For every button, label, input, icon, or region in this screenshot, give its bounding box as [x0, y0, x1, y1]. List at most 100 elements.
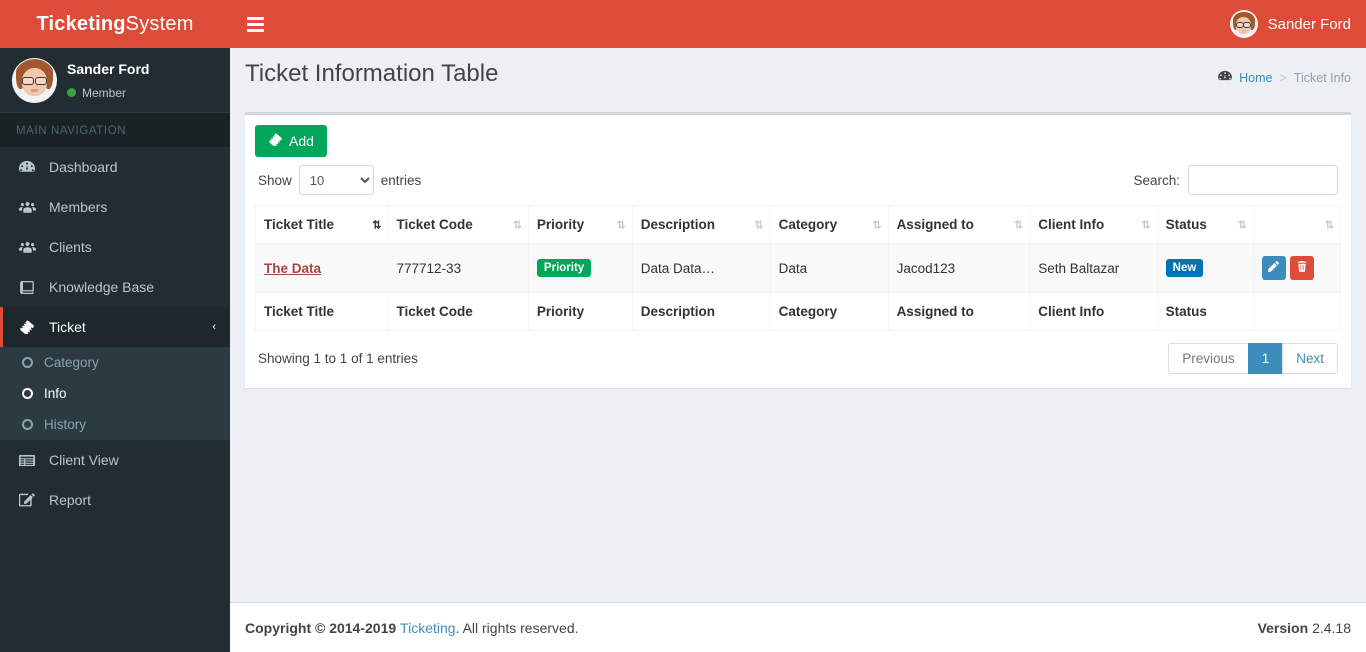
sidebar-item-clients[interactable]: Clients — [0, 227, 230, 267]
table-foot: Ticket Title Ticket Code Priority Descri… — [255, 291, 1342, 331]
column-header-actions[interactable]: ⇅ — [1252, 205, 1342, 245]
status-badge: New — [1165, 259, 1204, 277]
sort-icon: ⇅ — [1141, 219, 1150, 231]
sidebar-item-label: Members — [49, 199, 108, 215]
sidebar-toggle-button[interactable] — [230, 0, 280, 48]
pagination-previous[interactable]: Previous — [1168, 343, 1248, 374]
datatable-footer: Showing 1 to 1 of 1 entries Previous 1 N… — [255, 331, 1341, 376]
pagination-page-1[interactable]: 1 — [1247, 343, 1283, 374]
sidebar-user-panel[interactable]: Sander Ford Member — [0, 48, 230, 113]
footer-copyright-suffix: . All rights reserved. — [455, 619, 579, 636]
sidebar-item-client-view[interactable]: Client View — [0, 440, 230, 480]
ticket-title-link[interactable]: The Data — [264, 261, 321, 276]
sidebar-item-label: Ticket — [49, 319, 86, 335]
footer-ticket-code: Ticket Code — [387, 291, 529, 331]
pencil-icon — [1268, 261, 1280, 275]
sidebar-item-report[interactable]: Report — [0, 480, 230, 520]
column-label: Assigned to — [896, 217, 974, 232]
breadcrumb-separator: > — [1279, 70, 1287, 85]
sidebar-subitem-info[interactable]: Info — [0, 378, 230, 409]
search-control: Search: — [1133, 165, 1338, 195]
content-header: Ticket Information Table Home > Ticket I… — [230, 48, 1366, 100]
sidebar-nav-header: MAIN NAVIGATION — [0, 113, 230, 147]
edit-row-button[interactable] — [1261, 256, 1286, 280]
sort-icon: ⇅ — [616, 219, 626, 231]
delete-row-button[interactable] — [1289, 256, 1314, 280]
footer-brand-link[interactable]: Ticketing — [400, 620, 456, 636]
online-status-icon — [67, 88, 76, 98]
table-header-row: Ticket Title ⇅ Ticket Code ⇅ Priority ⇅ — [255, 205, 1342, 245]
users-icon — [17, 201, 37, 214]
sidebar-item-dashboard[interactable]: Dashboard — [0, 147, 230, 187]
column-header-client-info[interactable]: Client Info ⇅ — [1029, 205, 1158, 245]
sidebar-subitem-history[interactable]: History — [0, 409, 230, 440]
sidebar-user-status-label: Member — [82, 85, 127, 100]
column-header-ticket-title[interactable]: Ticket Title ⇅ — [255, 205, 389, 245]
column-header-description[interactable]: Description ⇅ — [631, 205, 771, 245]
breadcrumb: Home > Ticket Info — [1218, 60, 1351, 85]
top-navbar: Sander Ford — [230, 0, 1366, 48]
column-header-priority[interactable]: Priority ⇅ — [527, 205, 633, 245]
cell-category: Data — [769, 243, 889, 293]
sidebar-subitem-category[interactable]: Category — [0, 347, 230, 378]
sort-icon: ⇅ — [1324, 219, 1334, 231]
sort-icon: ⇅ — [1237, 219, 1247, 231]
breadcrumb-home-link[interactable]: Home — [1239, 71, 1272, 85]
column-label: Ticket Code — [396, 217, 473, 232]
sidebar-user-name: Sander Ford — [67, 61, 150, 78]
logo-bold-text: Ticketing — [36, 12, 126, 35]
sort-icon: ⇅ — [1013, 219, 1023, 231]
pagination-next[interactable]: Next — [1282, 343, 1338, 374]
table-row: The Data 777712-33 Priority Data Data… D… — [255, 243, 1342, 293]
search-input[interactable] — [1188, 165, 1338, 195]
circle-o-icon — [22, 357, 33, 368]
sidebar-ticket-submenu: Category Info History — [0, 347, 230, 440]
column-label: Description — [640, 217, 715, 232]
add-button-label: Add — [289, 133, 314, 149]
footer-priority: Priority — [527, 291, 633, 331]
sort-icon: ⇅ — [872, 219, 881, 231]
sidebar-item-label: Report — [49, 492, 92, 508]
cell-ticket-title: The Data — [255, 243, 389, 293]
cell-status: New — [1156, 243, 1254, 293]
sidebar-avatar — [12, 57, 57, 103]
cell-client-info: Seth Baltazar — [1029, 243, 1158, 293]
column-header-ticket-code[interactable]: Ticket Code ⇅ — [387, 205, 529, 245]
entries-per-page-select[interactable]: 10 25 50 100 — [298, 165, 374, 195]
ticket-icon — [17, 320, 37, 334]
chevron-left-icon: ‹ — [212, 321, 216, 333]
navbar-user-name: Sander Ford — [1267, 15, 1351, 33]
table-footer-row: Ticket Title Ticket Code Priority Descri… — [255, 291, 1342, 331]
app-root: Ticketing System Sander Ford Sander Ford — [0, 0, 1366, 652]
hamburger-icon — [246, 14, 264, 35]
sidebar-item-ticket[interactable]: Ticket ‹ — [0, 307, 230, 347]
logo-light-text: System — [125, 12, 194, 35]
sidebar-item-members[interactable]: Members — [0, 187, 230, 227]
column-header-status[interactable]: Status ⇅ — [1156, 205, 1254, 245]
column-header-assigned-to[interactable]: Assigned to ⇅ — [887, 205, 1031, 245]
app-logo[interactable]: Ticketing System — [0, 0, 230, 48]
sidebar-item-label: Client View — [49, 452, 119, 468]
circle-o-icon — [22, 388, 33, 399]
footer-version: Version 2.4.18 — [1258, 620, 1351, 636]
dashboard-icon — [1218, 70, 1232, 85]
column-label: Status — [1165, 217, 1207, 232]
column-label: Priority — [536, 217, 585, 232]
sidebar-item-label: Dashboard — [49, 159, 118, 175]
footer-client-info: Client Info — [1029, 291, 1158, 331]
sidebar-item-knowledge-base[interactable]: Knowledge Base — [0, 267, 230, 307]
ticket-table: Ticket Title ⇅ Ticket Code ⇅ Priority ⇅ — [255, 205, 1342, 331]
add-button[interactable]: Add — [255, 125, 327, 157]
navbar-user-menu[interactable]: Sander Ford — [1229, 0, 1366, 48]
column-header-category[interactable]: Category ⇅ — [769, 205, 889, 245]
cell-actions — [1252, 243, 1342, 293]
breadcrumb-current: Ticket Info — [1293, 70, 1351, 85]
list-icon — [17, 454, 37, 467]
sort-icon: ⇅ — [754, 219, 763, 231]
footer-copyright-prefix: Copyright © 2014-2019 — [245, 619, 401, 636]
table-box-body: Add Show 10 25 50 100 entries — [245, 115, 1351, 388]
sort-icon: ⇅ — [372, 219, 381, 231]
cell-assigned-to: Jacod123 — [887, 243, 1031, 293]
book-icon — [17, 280, 37, 294]
ticket-icon — [268, 133, 283, 149]
